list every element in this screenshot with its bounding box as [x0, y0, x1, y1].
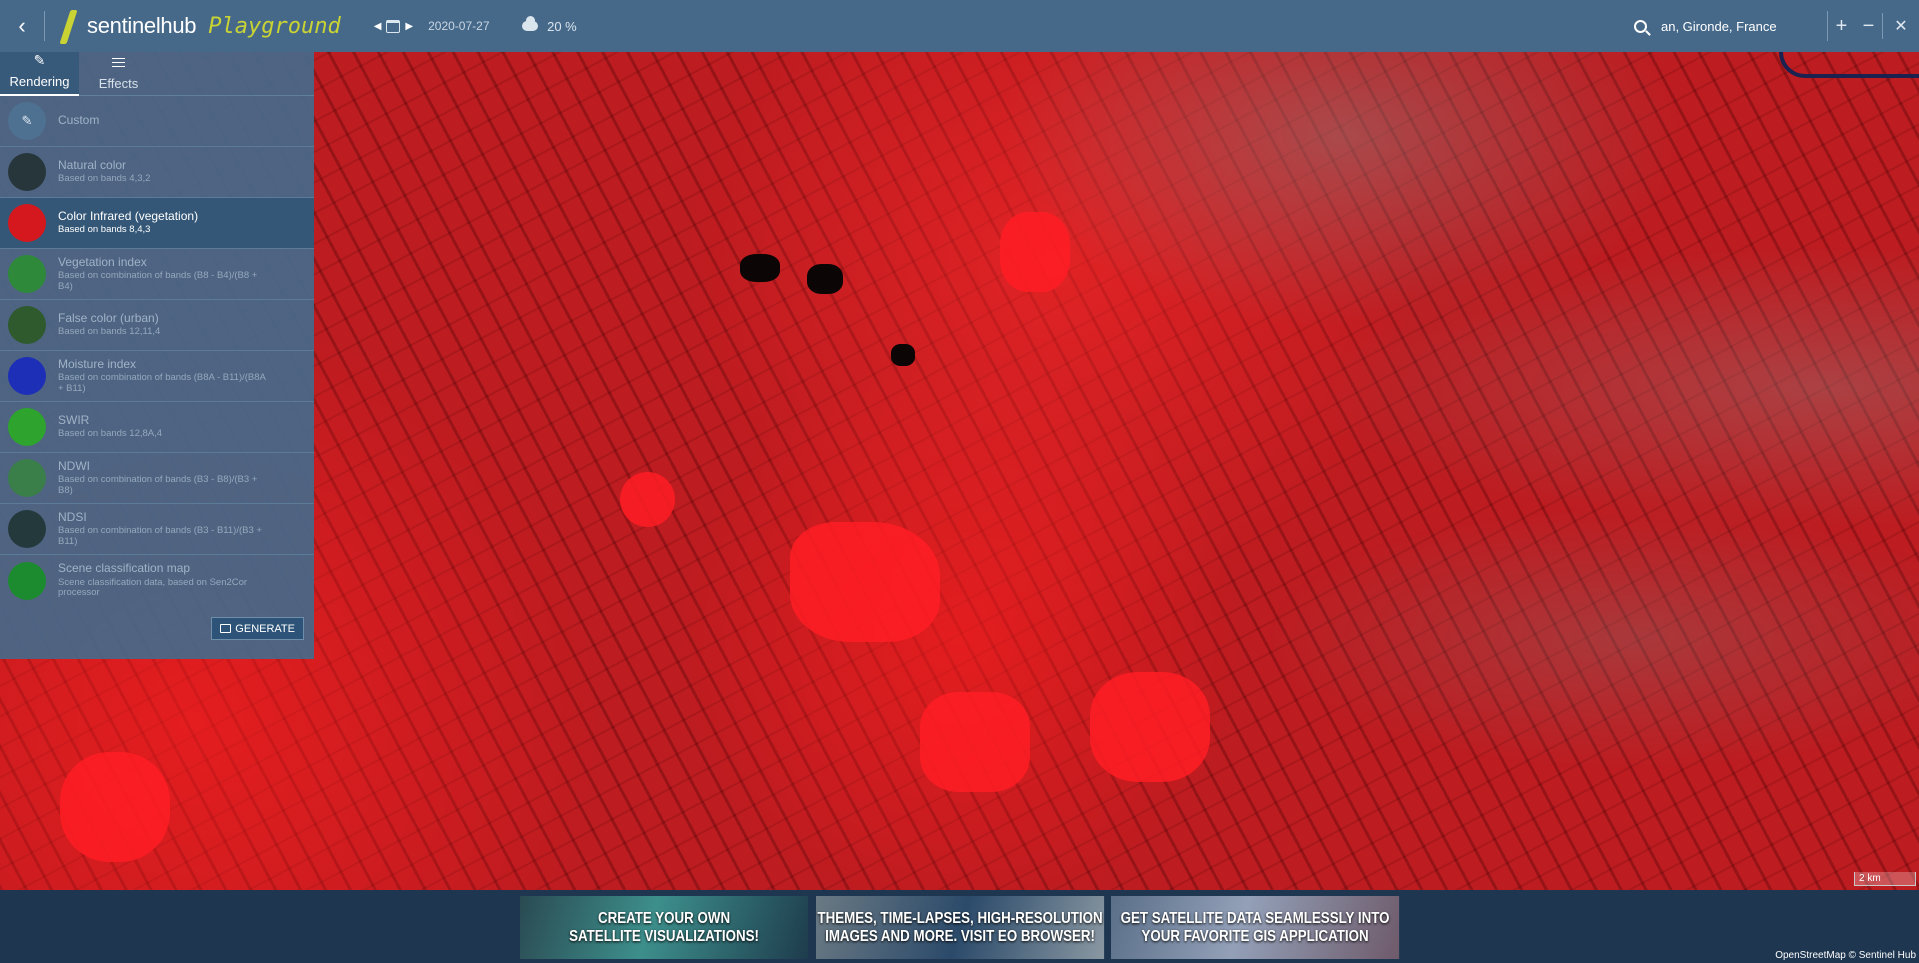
layer-thumbnail — [8, 153, 46, 191]
previous-date-button[interactable]: ◀ — [371, 21, 385, 32]
sentinelhub-logo-icon — [59, 8, 81, 44]
layer-title: SWIR — [58, 413, 90, 428]
layer-item-false-color-urban[interactable]: False color (urban) Based on bands 12,11,… — [0, 300, 314, 351]
layer-subtitle: Based on bands 4,3,2 — [58, 173, 151, 185]
banner-line: IMAGES AND MORE. VISIT EO BROWSER! — [825, 927, 1095, 945]
layer-title: Natural color — [58, 158, 127, 173]
logo[interactable]: sentinelhub Playground — [45, 0, 341, 52]
cloud-coverage-value: 20 % — [547, 18, 577, 34]
generate-wrapper: GENERATE — [0, 606, 314, 640]
layer-title: Moisture index — [58, 356, 137, 371]
layer-item-swir[interactable]: SWIR Based on bands 12,8A,4 — [0, 402, 314, 453]
map-attribution[interactable]: OpenStreetMap © Sentinel Hub — [1775, 950, 1916, 961]
map-field — [1000, 212, 1070, 292]
layer-thumbnail — [8, 408, 46, 446]
back-button[interactable]: ‹ — [0, 0, 44, 52]
layer-item-scene-classification[interactable]: Scene classification map Scene classifica… — [0, 555, 314, 606]
product-name: Playground — [208, 13, 341, 39]
layer-subtitle: Scene classification data, based on Sen2… — [58, 576, 248, 599]
banner-line: SATELLITE VISUALIZATIONS! — [569, 927, 759, 945]
layer-thumbnail — [8, 357, 46, 395]
search-icon[interactable] — [1634, 19, 1647, 33]
map-field — [1090, 672, 1210, 782]
location-search — [1634, 0, 1793, 52]
layer-subtitle: Based on combination of bands (B8A - B11… — [58, 372, 266, 394]
layer-subtitle: Based on bands 12,8A,4 — [58, 428, 163, 440]
layer-item-natural-color[interactable]: Natural color Based on bands 4,3,2 — [0, 147, 314, 198]
panel-tabs: ✎ Rendering Effects — [0, 52, 314, 96]
layer-item-custom[interactable]: ✎ Custom — [0, 96, 314, 147]
map-dark-patch — [891, 344, 915, 366]
banner-create-visualizations[interactable]: CREATE YOUR OWN SATELLITE VISUALIZATIONS! — [520, 896, 809, 959]
date-input[interactable]: 2020-07-27 — [428, 19, 498, 33]
layer-subtitle: Based on combination of bands (B3 - B11)… — [58, 525, 262, 547]
map-dark-patch — [740, 254, 780, 282]
next-date-button[interactable]: ▶ — [402, 21, 416, 32]
layer-list: ✎ Custom Natural color Based on bands 4,3… — [0, 96, 314, 606]
banner-line: YOUR FAVORITE GIS APPLICATION — [1141, 927, 1369, 945]
layer-item-vegetation-index[interactable]: Vegetation index Based on combination of … — [0, 249, 314, 300]
layers-toggle-icon[interactable]: ✕ — [1883, 0, 1919, 52]
layer-thumbnail — [8, 561, 46, 600]
layer-thumbnail — [8, 306, 46, 344]
chevron-left-icon: ‹ — [18, 13, 26, 38]
top-bar: ‹ sentinelhub Playground ◀ ▶ 2020-07-27 … — [0, 0, 1919, 52]
layer-item-moisture-index[interactable]: Moisture index Based on combination of ba… — [0, 351, 314, 402]
layer-title: Scene classification map — [58, 561, 191, 576]
zoom-out-button[interactable]: − — [1855, 0, 1882, 52]
banner-eo-browser[interactable]: THEMES, TIME-LAPSES, HIGH-RESOLUTION IMAG… — [816, 896, 1105, 959]
banner-line: GET SATELLITE DATA SEAMLESSLY INTO — [1120, 909, 1390, 927]
map-field — [790, 522, 940, 642]
map-field — [60, 752, 170, 862]
tab-effects[interactable]: Effects — [79, 52, 158, 96]
layer-thumbnail — [8, 459, 46, 497]
tab-label: Rendering — [9, 74, 70, 89]
tab-label: Effects — [98, 76, 139, 91]
map-river — [1779, 52, 1919, 78]
banner-line: CREATE YOUR OWN — [598, 909, 731, 927]
layer-title: Custom — [58, 113, 100, 128]
layer-title: Vegetation index — [58, 254, 147, 269]
zoom-controls: + − ✕ — [1827, 0, 1919, 52]
brush-icon: ✎ — [8, 102, 46, 140]
print-icon — [220, 624, 232, 633]
banner-gis-application[interactable]: GET SATELLITE DATA SEAMLESSLY INTO YOUR F… — [1111, 896, 1400, 959]
cloud-icon — [522, 16, 539, 31]
layer-subtitle: Based on combination of bands (B3 - B8)/… — [58, 474, 258, 496]
layer-title: NDWI — [58, 458, 90, 473]
layer-title: False color (urban) — [58, 311, 159, 326]
zoom-in-button[interactable]: + — [1828, 0, 1855, 52]
layers-panel: ✎ Rendering Effects ✎ Custom Natural col… — [0, 52, 314, 659]
tab-rendering[interactable]: ✎ Rendering — [0, 52, 79, 96]
map-field — [620, 472, 675, 527]
footer: CREATE YOUR OWN SATELLITE VISUALIZATIONS!… — [0, 890, 1919, 963]
cloud-coverage[interactable]: 20 % — [522, 16, 577, 34]
banner-line: THEMES, TIME-LAPSES, HIGH-RESOLUTION — [817, 909, 1103, 927]
layer-title: NDSI — [58, 509, 87, 524]
generate-label: GENERATE — [235, 622, 295, 635]
layer-item-ndwi[interactable]: NDWI Based on combination of bands (B3 - … — [0, 453, 314, 504]
layer-thumbnail — [8, 255, 46, 293]
layer-title: Color Infrared (vegetation) — [58, 209, 199, 224]
generate-button[interactable]: GENERATE — [211, 617, 304, 640]
brand-name: sentinelhub — [87, 13, 197, 38]
sliders-icon — [112, 58, 125, 70]
calendar-icon[interactable] — [386, 19, 401, 33]
date-picker: ◀ ▶ 2020-07-27 — [371, 19, 498, 33]
location-search-input[interactable] — [1661, 18, 1793, 34]
map-field — [920, 692, 1030, 792]
layer-thumbnail — [8, 204, 46, 242]
layer-thumbnail — [8, 510, 46, 548]
layer-subtitle: Based on bands 12,11,4 — [58, 326, 161, 338]
layer-item-color-infrared[interactable]: Color Infrared (vegetation) Based on band… — [0, 198, 314, 249]
map-dark-patch — [807, 264, 843, 294]
layer-subtitle: Based on bands 8,4,3 — [58, 224, 151, 236]
layer-subtitle: Based on combination of bands (B8 - B4)/… — [58, 270, 258, 292]
layer-item-ndsi[interactable]: NDSI Based on combination of bands (B3 - … — [0, 504, 314, 555]
brush-icon: ✎ — [33, 52, 46, 68]
scale-bar: 2 km — [1854, 872, 1916, 886]
